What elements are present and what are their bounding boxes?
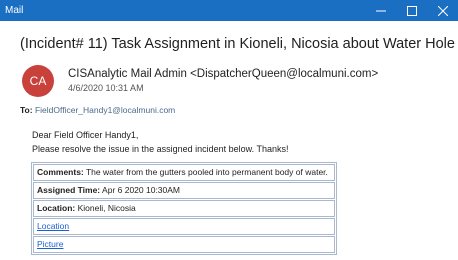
recipient-line: To: FieldOfficer_Handy1@localmuni.com — [20, 105, 175, 115]
recipient-address[interactable]: FieldOfficer_Handy1@localmuni.com — [35, 105, 175, 115]
title-bar: Mail — [0, 0, 458, 21]
picture-link-row: Picture — [33, 236, 335, 253]
picture-link[interactable]: Picture — [37, 239, 63, 249]
location-row: Location: Kioneli, Nicosia — [33, 200, 335, 217]
sender-name[interactable]: CISAnalytic Mail Admin <DispatcherQueen@… — [68, 68, 378, 80]
maximize-button[interactable] — [396, 0, 427, 21]
app-title: Mail — [5, 5, 24, 16]
body-text: Please resolve the issue in the assigned… — [32, 144, 289, 154]
comments-row: Comments: The water from the gutters poo… — [33, 164, 335, 181]
assigned-time-label: Assigned Time: — [37, 185, 101, 195]
minimize-icon — [375, 10, 386, 11]
to-label: To: — [20, 105, 33, 115]
assigned-time-value: Apr 6 2020 10:30AM — [102, 185, 181, 195]
greeting-text: Dear Field Officer Handy1, — [32, 130, 139, 140]
location-label: Location: — [37, 203, 76, 213]
sender-avatar[interactable]: CA — [22, 65, 54, 97]
email-body: Dear Field Officer Handy1, Please resolv… — [32, 128, 289, 156]
sent-date: 4/6/2020 10:31 AM — [68, 83, 144, 93]
avatar-initials: CA — [29, 74, 47, 88]
close-icon — [437, 5, 448, 16]
comments-label: Comments: — [37, 167, 84, 177]
assigned-time-row: Assigned Time: Apr 6 2020 10:30AM — [33, 182, 335, 199]
comments-value: The water from the gutters pooled into p… — [85, 167, 328, 177]
location-value: Kioneli, Nicosia — [77, 203, 136, 213]
location-link[interactable]: Location — [37, 221, 69, 231]
email-subject: (Incident# 11) Task Assignment in Kionel… — [20, 36, 455, 52]
location-link-row: Location — [33, 218, 335, 235]
close-button[interactable] — [427, 0, 458, 21]
minimize-button[interactable] — [365, 0, 396, 21]
incident-details-table: Comments: The water from the gutters poo… — [31, 162, 337, 255]
maximize-icon — [406, 5, 417, 16]
